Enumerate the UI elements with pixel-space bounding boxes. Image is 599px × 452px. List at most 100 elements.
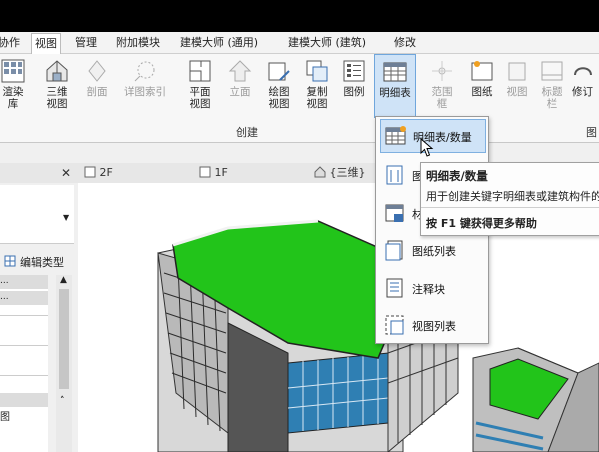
sheet-label: 图纸 bbox=[471, 86, 493, 98]
scope-box-label: 范围 框 bbox=[431, 86, 453, 110]
graphical-column-schedule-icon bbox=[386, 165, 403, 185]
view-label: 视图 bbox=[506, 86, 528, 98]
view-tab-2f-label: 2F bbox=[99, 166, 113, 179]
properties-group-header bbox=[0, 393, 48, 407]
collapse-icon[interactable]: ˄ bbox=[60, 396, 65, 406]
tab-modeling-master-architecture[interactable]: 建模大师 (建筑) bbox=[288, 35, 366, 51]
chevron-down-icon: ▼ bbox=[63, 213, 70, 222]
tooltip: 明细表/数量 用于创建关键字明细表或建筑构件的 按 F1 键获得更多帮助 bbox=[420, 162, 599, 236]
duplicate-view-label: 复制 视图 bbox=[306, 86, 328, 110]
render-library-icon bbox=[0, 58, 26, 84]
view-tab-3d[interactable]: {三维} bbox=[314, 165, 366, 181]
legend-button[interactable]: 图例 bbox=[334, 54, 374, 98]
schedule-label: 明细表 bbox=[379, 87, 411, 99]
section-label: 剖面 bbox=[86, 86, 108, 98]
view-tab-3d-label: {三维} bbox=[329, 166, 366, 179]
drafting-view-button[interactable]: 绘图 视图 bbox=[259, 54, 299, 110]
3d-view-icon bbox=[314, 166, 326, 178]
drafting-view-label: 绘图 视图 bbox=[268, 86, 290, 110]
menu-item-view-list[interactable]: 视图列表 bbox=[380, 309, 484, 341]
material-takeoff-icon bbox=[385, 204, 404, 222]
title-block-icon bbox=[539, 58, 565, 84]
duplicate-view-button[interactable]: 复制 视图 bbox=[297, 54, 337, 110]
tab-view[interactable]: 视图 bbox=[31, 33, 61, 54]
view-button[interactable]: 视图 bbox=[497, 54, 537, 98]
schedule-button[interactable]: 明细表 bbox=[374, 54, 416, 118]
view-icon bbox=[504, 58, 530, 84]
edit-type-button[interactable]: 编辑类型 bbox=[4, 253, 76, 269]
ribbon-group-sheet-label: 图 bbox=[586, 126, 597, 139]
menu-item-sheet-list[interactable]: 图纸列表 bbox=[380, 234, 484, 266]
properties-scrollbar[interactable]: ▲ ˄ bbox=[56, 275, 72, 452]
properties-row bbox=[0, 315, 48, 316]
ribbon-spacer bbox=[0, 143, 599, 163]
ribbon-group-create-label: 创建 bbox=[236, 126, 258, 139]
elevation-label: 立面 bbox=[229, 86, 251, 98]
properties-row: ... bbox=[0, 291, 48, 305]
plan-view-label: 平面 视图 bbox=[189, 86, 211, 110]
view-tab-2f[interactable]: 2F bbox=[84, 165, 113, 181]
tab-modeling-master-general[interactable]: 建模大师 (通用) bbox=[180, 35, 258, 51]
edit-type-icon bbox=[4, 255, 16, 267]
properties-grid: ... ... 图 bbox=[0, 275, 48, 452]
properties-row bbox=[0, 375, 48, 376]
revision-icon bbox=[570, 58, 596, 84]
legend-icon bbox=[341, 58, 367, 84]
tab-collaborate[interactable]: 协作 bbox=[0, 35, 20, 51]
drafting-view-icon bbox=[266, 58, 292, 84]
menu-item-label: 注释块 bbox=[412, 283, 445, 296]
render-library-button[interactable]: 渲染 库 bbox=[0, 54, 33, 110]
callout-button[interactable]: 详图索引 bbox=[122, 54, 168, 98]
3d-view-label: 三维 视图 bbox=[46, 86, 68, 110]
properties-row: 图 bbox=[0, 412, 10, 423]
legend-label: 图例 bbox=[343, 86, 365, 98]
type-selector[interactable]: ▼ bbox=[0, 185, 74, 244]
title-bar bbox=[0, 0, 599, 32]
properties-panel: ▼ 编辑类型 ... ... 图 ▲ ˄ bbox=[0, 183, 79, 452]
plan-view-button[interactable]: 平面 视图 bbox=[180, 54, 220, 110]
view-tab-1f-label: 1F bbox=[214, 166, 228, 179]
sheet-list-icon bbox=[385, 240, 403, 261]
floor-plan-icon bbox=[199, 166, 211, 178]
note-block-icon bbox=[386, 278, 403, 298]
edit-type-label: 编辑类型 bbox=[20, 256, 64, 269]
sheet-icon bbox=[469, 58, 495, 84]
view-tab-1f[interactable]: 1F bbox=[199, 165, 228, 181]
properties-row bbox=[0, 345, 48, 346]
properties-row: ... bbox=[0, 275, 48, 289]
duplicate-view-icon bbox=[304, 58, 330, 84]
tab-addins[interactable]: 附加模块 bbox=[116, 35, 160, 51]
scope-box-icon bbox=[429, 58, 455, 84]
elevation-icon bbox=[227, 58, 253, 84]
menu-item-note-block[interactable]: 注释块 bbox=[380, 272, 484, 304]
callout-label: 详图索引 bbox=[124, 86, 166, 98]
scrollbar-thumb[interactable] bbox=[59, 289, 69, 389]
view-list-icon bbox=[385, 315, 404, 335]
ribbon-tab-bar: 协作 视图 管理 附加模块 建模大师 (通用) 建模大师 (建筑) 修改 bbox=[0, 32, 599, 54]
scope-box-button[interactable]: 范围 框 bbox=[422, 54, 462, 110]
floor-plan-icon bbox=[84, 166, 96, 178]
section-button[interactable]: 剖面 bbox=[77, 54, 117, 98]
3d-view-button[interactable]: 三维 视图 bbox=[37, 54, 77, 110]
revision-label: 修订 bbox=[572, 86, 593, 98]
tooltip-divider bbox=[421, 207, 599, 208]
revision-button[interactable]: 修订 bbox=[566, 54, 599, 98]
tooltip-help: 按 F1 键获得更多帮助 bbox=[426, 217, 537, 230]
chevron-up-icon: ▲ bbox=[60, 275, 67, 285]
ribbon-panel: 渲染 库 三维 视图 剖面 详图索引 平面 视图 立面 绘图 视图 复制 视图 … bbox=[0, 54, 599, 143]
tooltip-title: 明细表/数量 bbox=[426, 169, 488, 183]
mouse-cursor-icon bbox=[420, 138, 434, 157]
schedule-quantities-icon bbox=[385, 126, 406, 145]
section-icon bbox=[84, 58, 110, 84]
render-library-label: 渲染 库 bbox=[2, 86, 24, 110]
sheet-button[interactable]: 图纸 bbox=[462, 54, 502, 98]
schedule-icon bbox=[382, 59, 408, 85]
menu-item-label: 视图列表 bbox=[412, 320, 456, 333]
3d-view-icon bbox=[44, 58, 70, 84]
elevation-button[interactable]: 立面 bbox=[220, 54, 260, 98]
tab-manage[interactable]: 管理 bbox=[75, 35, 97, 51]
plan-view-icon bbox=[187, 58, 213, 84]
tooltip-description: 用于创建关键字明细表或建筑构件的 bbox=[426, 190, 599, 203]
tab-modify[interactable]: 修改 bbox=[394, 35, 416, 51]
properties-close-button[interactable]: ✕ bbox=[61, 165, 71, 181]
